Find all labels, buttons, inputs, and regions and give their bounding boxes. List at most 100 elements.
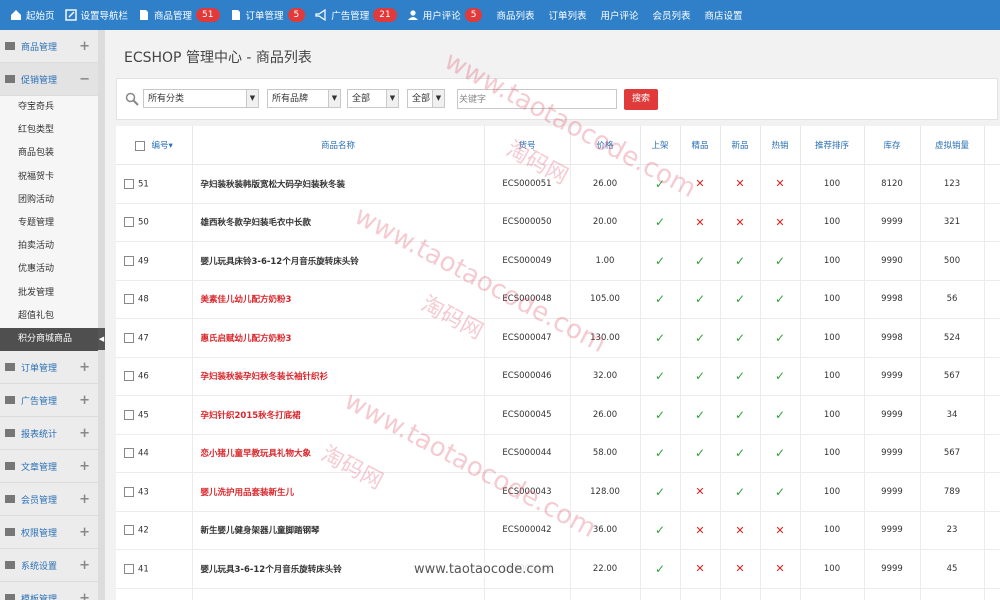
sidebar-collapse-bar[interactable]: ◀	[98, 30, 105, 600]
sidebar-item-8[interactable]: 批发管理	[0, 281, 98, 305]
row-checkbox[interactable]	[124, 486, 134, 497]
col-header-sn[interactable]: 货号	[484, 126, 571, 165]
topnav-item-4[interactable]: 广告管理 21	[315, 8, 397, 22]
sidebar-group-sidebar-groups_bottom-5[interactable]: 权限管理 +	[0, 516, 98, 550]
search-button[interactable]: 搜索	[624, 89, 658, 110]
cell-goods-name[interactable]: 雄西秋冬款孕妇装毛衣中长款	[192, 203, 485, 242]
sidebar-group-sidebar-groups_bottom-6[interactable]: 系统设置 +	[0, 549, 98, 583]
table-row[interactable]: 48 美素佳儿幼儿配方奶粉3 ECS000048 105.00 ✓ ✓ ✓ ✓ 100 9998 5…	[116, 280, 1000, 319]
table-row[interactable]: 46 孕妇装秋装孕妇秋冬装长袖针织衫 ECS000046 32.00 ✓ ✓ ✓ ✓ 100 99…	[116, 357, 1000, 396]
cross-icon[interactable]: ✕	[695, 524, 704, 537]
sidebar-group-sidebar-groups_top-0[interactable]: 商品管理 +	[0, 30, 98, 63]
cell-goods-name[interactable]: 孕妇针织2015秋冬打底裙	[192, 395, 485, 435]
row-checkbox[interactable]	[124, 332, 134, 343]
cross-icon[interactable]: ✕	[735, 524, 744, 537]
sidebar-item-9[interactable]: 超值礼包	[0, 304, 98, 328]
check-icon[interactable]: ✓	[655, 446, 665, 460]
cell-goods-name[interactable]: 孕妇装秋装孕妇秋冬装长袖针织衫	[192, 357, 485, 396]
cross-icon[interactable]: ✕	[775, 216, 784, 229]
sidebar-group-sidebar-groups_bottom-4[interactable]: 会员管理 +	[0, 483, 98, 517]
cross-icon[interactable]: ✕	[695, 216, 704, 229]
topnav-link-4[interactable]: 商店设置	[705, 8, 743, 22]
col-header-id[interactable]: 编号▾	[116, 126, 193, 165]
check-icon[interactable]: ✓	[775, 369, 785, 383]
sidebar-group-sidebar-groups_bottom-1[interactable]: 广告管理 +	[0, 384, 98, 418]
col-header-new[interactable]: 新品	[720, 126, 761, 165]
check-icon[interactable]: ✓	[775, 408, 785, 422]
check-icon[interactable]: ✓	[735, 446, 745, 460]
col-header-sort-order[interactable]: 推荐排序	[800, 126, 865, 165]
row-checkbox[interactable]	[124, 178, 134, 189]
cross-icon[interactable]: ✕	[775, 177, 784, 190]
sidebar-item-3[interactable]: 祝福贺卡	[0, 165, 98, 189]
row-checkbox[interactable]	[124, 563, 134, 574]
table-row[interactable]: 51 孕妇装秋装韩版宽松大码孕妇装秋冬装 ECS000051 26.00 ✓ ✕ ✕ ✕ 100…	[116, 164, 1000, 204]
category-select[interactable]: 所有分类 ▼	[143, 89, 259, 108]
cross-icon[interactable]: ✕	[695, 562, 704, 575]
cross-icon[interactable]: ✕	[775, 524, 784, 537]
col-header-name[interactable]: 商品名称	[192, 126, 485, 165]
collapse-arrow-icon[interactable]: ◀	[98, 328, 105, 350]
check-icon[interactable]: ✓	[735, 331, 745, 345]
row-checkbox[interactable]	[124, 525, 134, 535]
col-header-virtual-sales[interactable]: 虚拟销量	[920, 126, 985, 165]
sidebar-group-sidebar-groups_bottom-7[interactable]: 模板管理 +	[0, 582, 98, 600]
table-row[interactable]: 50 雄西秋冬款孕妇装毛衣中长款 ECS000050 20.00 ✓ ✕ ✕ ✕ 100 9999…	[116, 203, 1000, 242]
check-icon[interactable]: ✓	[735, 408, 745, 422]
col-header-on-sale[interactable]: 上架	[640, 126, 681, 165]
col-header-hot[interactable]: 热销	[760, 126, 801, 165]
sidebar-item-7[interactable]: 优惠活动	[0, 258, 98, 282]
topnav-item-3[interactable]: 订单管理 5	[230, 8, 306, 22]
cell-goods-name[interactable]: 婴儿玩具床铃3-6-12个月音乐旋转床头铃	[192, 241, 485, 281]
check-icon[interactable]: ✓	[695, 331, 705, 345]
check-icon[interactable]: ✓	[735, 485, 745, 499]
cell-goods-name[interactable]: 美素佳儿幼儿配方奶粉3	[192, 280, 485, 319]
check-icon[interactable]: ✓	[695, 446, 705, 460]
select-all-checkbox[interactable]	[134, 140, 145, 151]
check-icon[interactable]: ✓	[655, 177, 665, 191]
topnav-link-3[interactable]: 会员列表	[653, 8, 691, 22]
col-header-price[interactable]: 价格	[570, 126, 641, 165]
check-icon[interactable]: ✓	[695, 292, 705, 306]
sidebar-item-6[interactable]: 拍卖活动	[0, 235, 98, 259]
col-header-stock[interactable]: 库存	[864, 126, 921, 165]
check-icon[interactable]: ✓	[775, 331, 785, 345]
cross-icon[interactable]: ✕	[735, 562, 744, 575]
sidebar-item-0[interactable]: 夺宝奇兵	[0, 96, 98, 120]
cell-goods-name[interactable]: 孕妇装秋装韩版宽松大码孕妇装秋冬装	[192, 164, 485, 204]
brand-select[interactable]: 所有品牌 ▼	[267, 89, 341, 108]
cross-icon[interactable]: ✕	[695, 177, 704, 190]
check-icon[interactable]: ✓	[775, 446, 785, 460]
check-icon[interactable]: ✓	[735, 369, 745, 383]
table-row[interactable]: 42 新生婴儿健身架器儿童脚踏钢琴 ECS000042 36.00 ✓ ✕ ✕ ✕ 100 999…	[116, 511, 1000, 550]
cell-goods-name[interactable]: 新生儿婴儿玩具0-1岁床铃	[192, 588, 485, 600]
row-checkbox[interactable]	[124, 255, 134, 266]
check-icon[interactable]: ✓	[655, 523, 665, 537]
sidebar-item-5[interactable]: 专题管理	[0, 211, 98, 236]
sidebar-item-2[interactable]: 商品包装	[0, 142, 98, 166]
row-checkbox[interactable]	[124, 409, 134, 420]
table-row[interactable]: 49 婴儿玩具床铃3-6-12个月音乐旋转床头铃 ECS000049 1.00 ✓ ✓ ✓ ✓…	[116, 241, 1000, 281]
table-row[interactable]: 40新生儿婴儿玩具0-1岁床铃ECS00004058.00✓✕✕✕1009999…	[116, 588, 1000, 600]
topnav-item-5[interactable]: 用户评论 5	[407, 8, 483, 22]
check-icon[interactable]: ✓	[735, 254, 745, 268]
check-icon[interactable]: ✓	[695, 408, 705, 422]
check-icon[interactable]: ✓	[775, 485, 785, 499]
check-icon[interactable]: ✓	[655, 254, 665, 268]
table-row[interactable]: 45 孕妇针织2015秋冬打底裙 ECS000045 26.00 ✓ ✓ ✓ ✓ 100 9999…	[116, 395, 1000, 435]
check-icon[interactable]: ✓	[695, 254, 705, 268]
topnav-item-2[interactable]: 商品管理 51	[138, 8, 220, 22]
row-checkbox[interactable]	[124, 294, 134, 304]
sidebar-group-sidebar-groups_bottom-3[interactable]: 文章管理 +	[0, 450, 98, 484]
check-icon[interactable]: ✓	[655, 562, 665, 576]
table-row[interactable]: 44 恋小猪儿童早教玩具礼物大象 ECS000044 58.00 ✓ ✓ ✓ ✓ 100 9999…	[116, 434, 1000, 473]
topnav-link-0[interactable]: 商品列表	[496, 8, 534, 22]
check-icon[interactable]: ✓	[775, 254, 785, 268]
cross-icon[interactable]: ✕	[695, 485, 704, 498]
check-icon[interactable]: ✓	[655, 369, 665, 383]
topnav-link-2[interactable]: 用户评论	[601, 8, 639, 22]
cell-goods-name[interactable]: 惠氏启赋幼儿配方奶粉3	[192, 318, 485, 358]
sidebar-item-10[interactable]: 积分商城商品	[0, 327, 98, 352]
cell-goods-name[interactable]: 婴儿洗护用品套装新生儿	[192, 472, 485, 512]
status-select[interactable]: 全部 ▼	[347, 89, 399, 108]
